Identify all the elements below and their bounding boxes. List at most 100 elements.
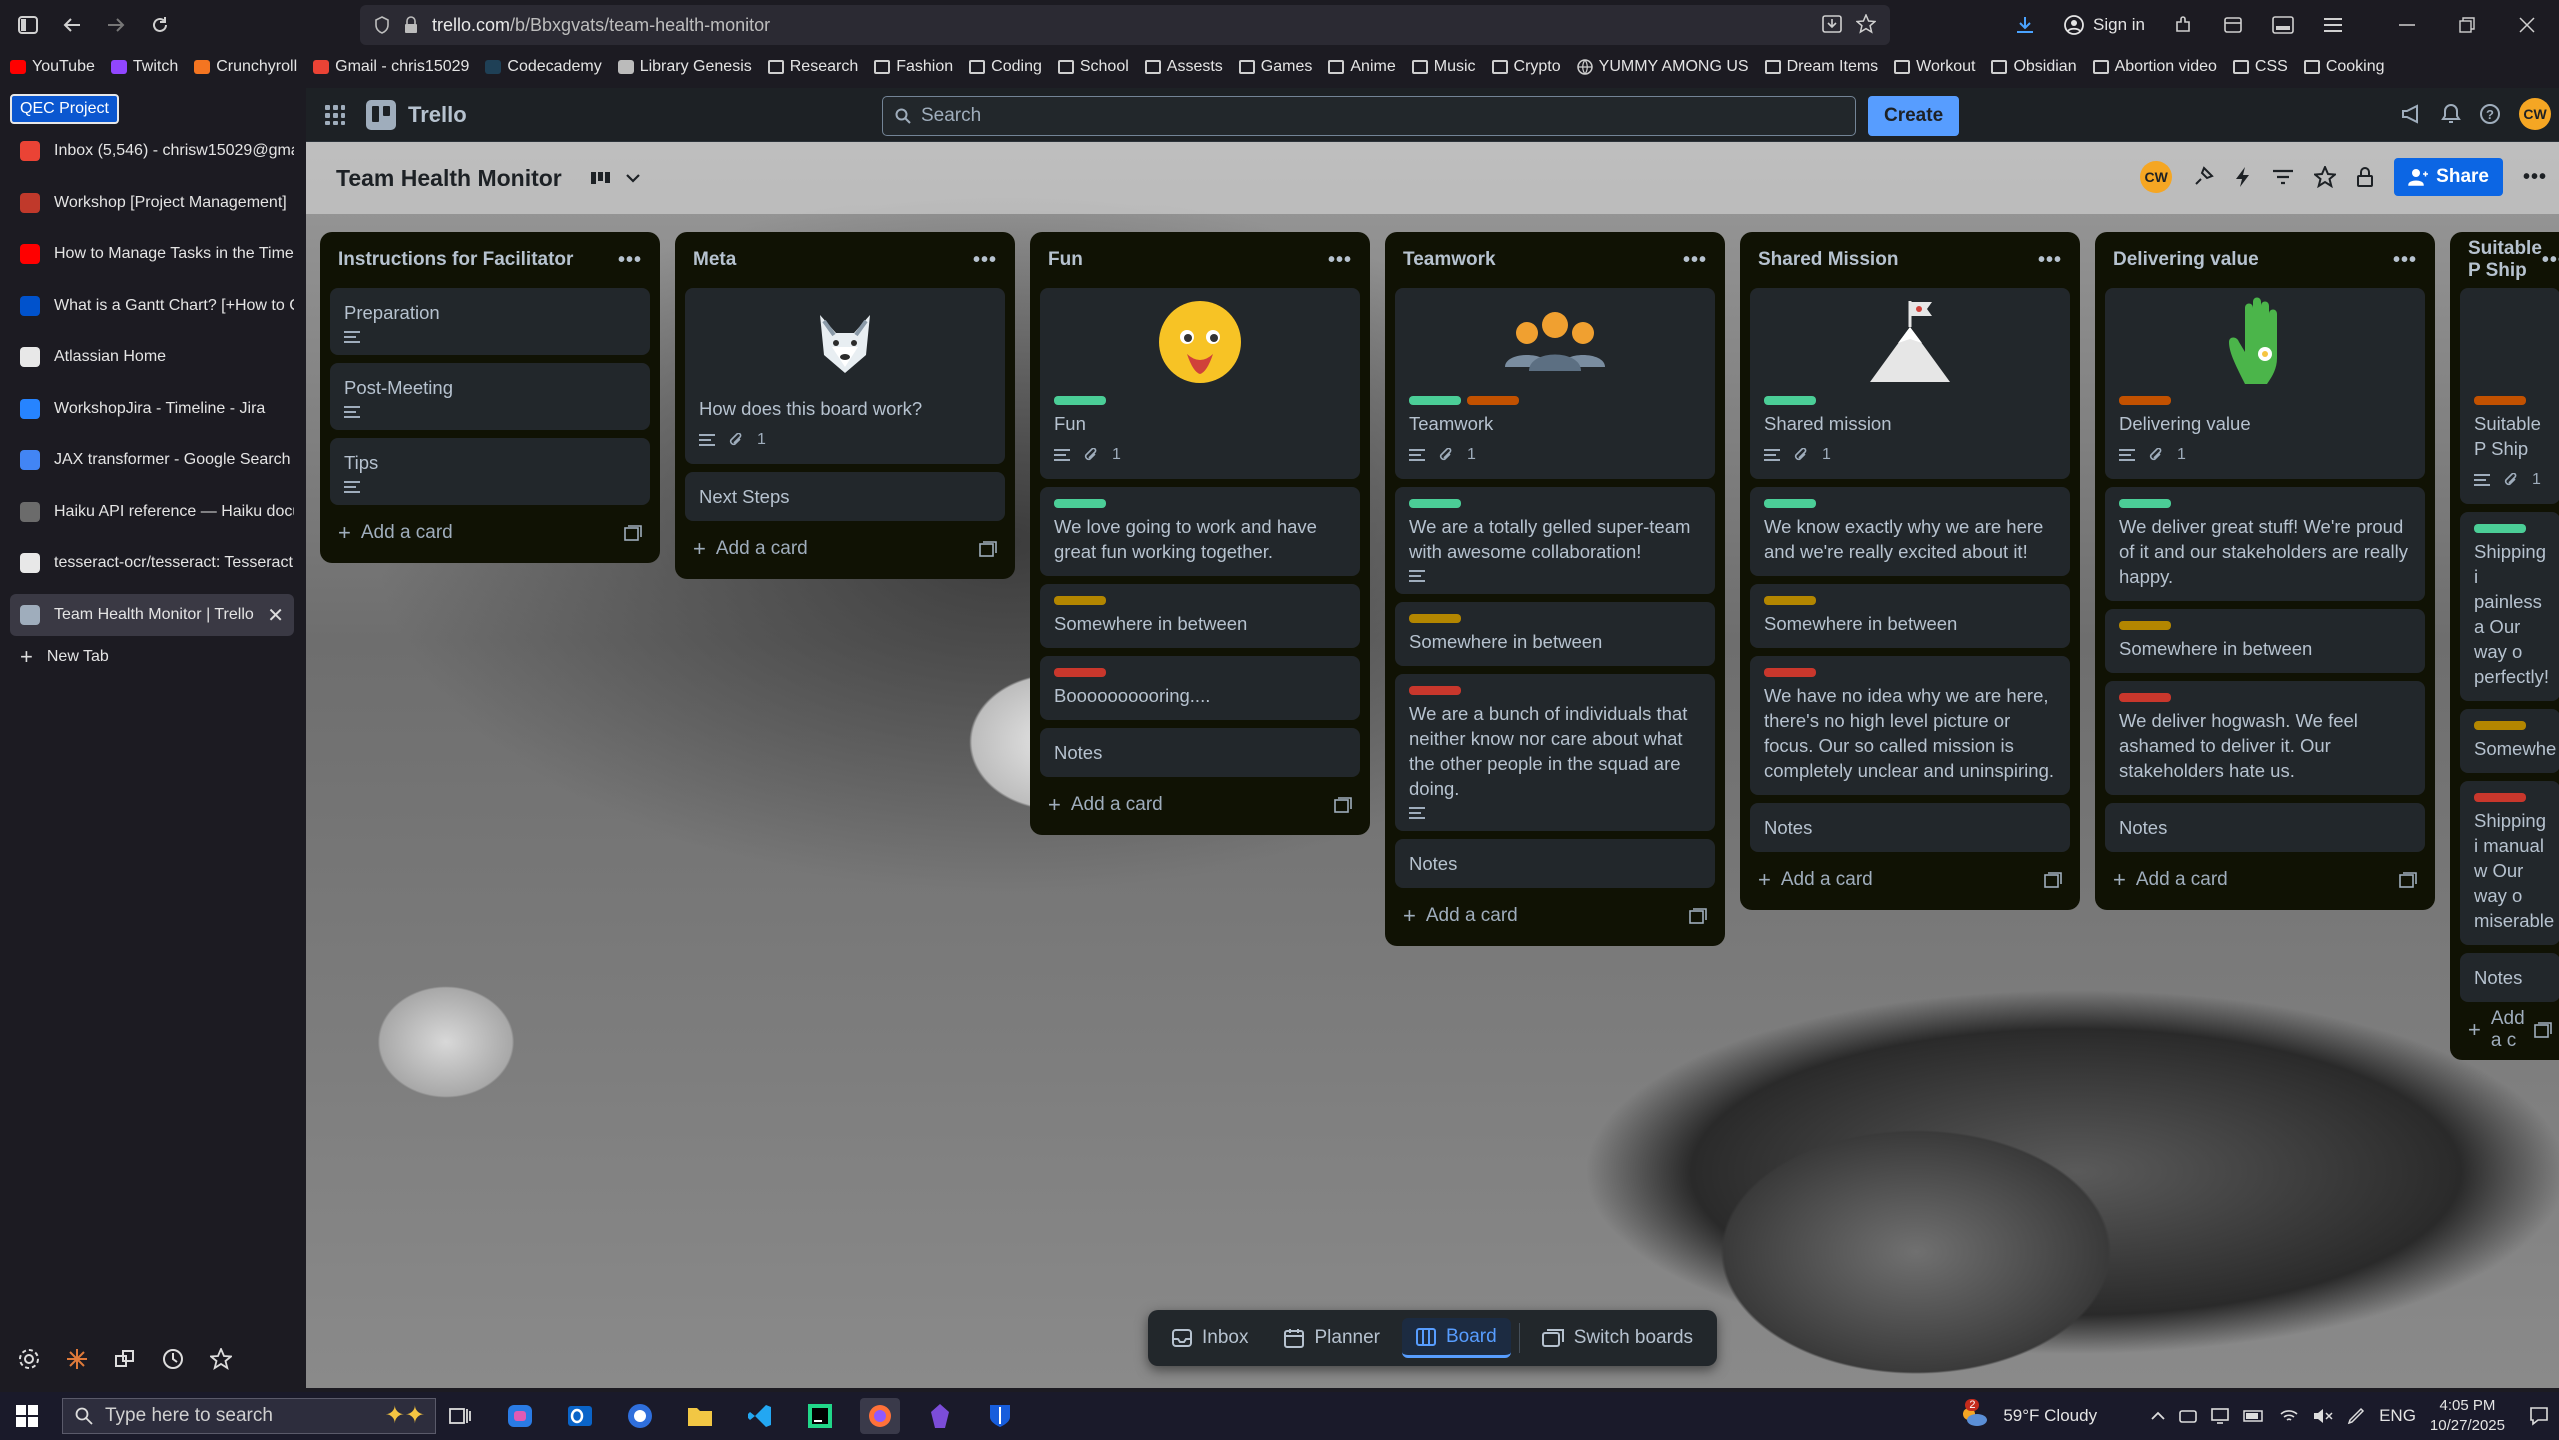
card-label[interactable] (1764, 499, 1816, 508)
reader-view-icon[interactable] (1822, 15, 1842, 33)
ai-chatbot-icon[interactable] (66, 1348, 88, 1370)
browser-tab[interactable]: Inbox (5,546) - chrisw15029@gmail (10, 130, 294, 172)
bookmark-item[interactable]: Cooking (2303, 58, 2385, 76)
notifications-icon[interactable] (2529, 1406, 2549, 1426)
board-menu-icon[interactable]: ••• (2523, 166, 2547, 189)
bookmark-item[interactable]: Obsidian (1991, 58, 2077, 76)
firefox-icon[interactable] (860, 1398, 900, 1434)
add-card-button[interactable]: + Add a card (1040, 785, 1360, 825)
bookmark-item[interactable]: YouTube (10, 58, 95, 76)
back-icon[interactable] (50, 3, 94, 47)
trello-logo[interactable]: Trello (366, 99, 467, 130)
list-title[interactable]: Teamwork (1403, 249, 1496, 271)
add-card-button[interactable]: + Add a card (1750, 860, 2070, 900)
card[interactable]: Tips (330, 438, 650, 505)
list-title[interactable]: Shared Mission (1758, 249, 1898, 271)
search-input[interactable]: Search (882, 96, 1856, 136)
volume-muted-icon[interactable] (2313, 1408, 2333, 1424)
sign-in-button[interactable]: Sign in (2053, 14, 2155, 36)
bitwarden-icon[interactable] (980, 1398, 1020, 1434)
board-tab[interactable]: Board (1401, 1318, 1511, 1358)
card-label[interactable] (1467, 396, 1519, 405)
share-button[interactable]: Share (2394, 158, 2503, 196)
chat-app-icon[interactable] (620, 1398, 660, 1434)
add-card-button[interactable]: + Add a c (2460, 1008, 2559, 1051)
browser-tab[interactable]: How to Manage Tasks in the Timeli (10, 233, 294, 275)
browser-tab[interactable]: Workshop [Project Management] (10, 182, 294, 224)
bookmark-item[interactable]: Assests (1144, 58, 1223, 76)
card[interactable]: We know exactly why we are here and we'r… (1750, 487, 2070, 576)
taskbar-search-input[interactable]: Type here to search ✦✦ (62, 1398, 436, 1434)
switch-boards-button[interactable]: Switch boards (1528, 1318, 1707, 1358)
copilot-app-icon[interactable] (500, 1398, 540, 1434)
downloads-icon[interactable] (2003, 3, 2047, 47)
bookmarks-icon[interactable] (210, 1348, 232, 1370)
card[interactable]: Notes (2460, 953, 2559, 1002)
card[interactable]: Somewhere in between (1750, 584, 2070, 648)
inbox-tab[interactable]: Inbox (1158, 1318, 1262, 1358)
list-title[interactable]: Delivering value (2113, 249, 2259, 271)
list-menu-icon[interactable]: ••• (2542, 249, 2559, 272)
card-label[interactable] (1054, 596, 1106, 605)
card-template-icon[interactable] (979, 541, 997, 557)
bookmark-item[interactable]: Dream Items (1764, 58, 1878, 76)
card[interactable]: Suitable P Ship 1 (2460, 288, 2559, 504)
card[interactable]: We are a totally gelled super-team with … (1395, 487, 1715, 594)
browser-tab[interactable]: Team Health Monitor | Trello ✕ (10, 593, 294, 636)
outlook-app-icon[interactable] (560, 1398, 600, 1434)
close-window-icon[interactable] (2505, 3, 2549, 47)
bookmark-item[interactable]: Workout (1894, 58, 1975, 76)
history-icon[interactable] (162, 1348, 184, 1370)
card[interactable]: Shipping i painless a Our way o perfectl… (2460, 512, 2559, 701)
card[interactable]: How does this board work? 1 (685, 288, 1005, 464)
windows-start-icon[interactable] (16, 1405, 38, 1427)
card-label[interactable] (1054, 668, 1106, 677)
planner-tab[interactable]: Planner (1270, 1318, 1394, 1358)
minimize-icon[interactable] (2385, 3, 2429, 47)
card-label[interactable] (2119, 499, 2171, 508)
card-label[interactable] (1409, 499, 1461, 508)
card[interactable]: We have no idea why we are here, there's… (1750, 656, 2070, 795)
card[interactable]: Teamwork 1 (1395, 288, 1715, 479)
board-title[interactable]: Team Health Monitor (336, 165, 562, 192)
board-view-icon[interactable] (590, 171, 612, 185)
tab-group-label[interactable]: QEC Project (10, 94, 119, 124)
notifications-bell-icon[interactable] (2441, 103, 2461, 125)
card[interactable]: We deliver hogwash. We feel ashamed to d… (2105, 681, 2425, 795)
list-title[interactable]: Fun (1048, 249, 1083, 271)
card[interactable]: Notes (1395, 839, 1715, 888)
browser-tab[interactable]: Atlassian Home (10, 336, 294, 378)
add-card-button[interactable]: + Add a card (685, 529, 1005, 569)
list-header[interactable]: Shared Mission ••• (1750, 240, 2070, 280)
card-label[interactable] (1054, 499, 1106, 508)
close-tab-icon[interactable]: ✕ (267, 603, 284, 628)
reader-icon[interactable] (2261, 3, 2305, 47)
card[interactable]: Somewhere in between (2105, 609, 2425, 673)
list-header[interactable]: Teamwork ••• (1395, 240, 1715, 280)
card-template-icon[interactable] (624, 525, 642, 541)
add-card-button[interactable]: + Add a card (1395, 896, 1715, 936)
obsidian-icon[interactable] (920, 1398, 960, 1434)
card-template-icon[interactable] (2044, 872, 2062, 888)
card-template-icon[interactable] (2399, 872, 2417, 888)
help-icon[interactable]: ? (2479, 103, 2501, 125)
card-label[interactable] (2474, 524, 2526, 533)
card[interactable]: Somewhere in between (1040, 584, 1360, 648)
camera-tray-icon[interactable] (2179, 1408, 2197, 1424)
chevron-up-icon[interactable] (2151, 1411, 2165, 1421)
card[interactable]: Preparation (330, 288, 650, 355)
megaphone-icon[interactable] (2401, 104, 2423, 124)
restore-icon[interactable] (2445, 3, 2489, 47)
list-menu-icon[interactable]: ••• (2393, 249, 2417, 272)
star-board-icon[interactable] (2314, 166, 2337, 188)
bookmark-item[interactable]: Gmail - chris15029 (313, 58, 469, 76)
card-template-icon[interactable] (1689, 908, 1707, 924)
forward-icon[interactable] (94, 3, 138, 47)
card[interactable]: We love going to work and have great fun… (1040, 487, 1360, 576)
list-header[interactable]: Meta ••• (685, 240, 1005, 280)
card-label[interactable] (1409, 614, 1461, 623)
card-label[interactable] (1409, 396, 1461, 405)
card[interactable]: Somewhere in between (1395, 602, 1715, 666)
bookmark-item[interactable]: Crypto (1491, 58, 1561, 76)
bookmark-item[interactable]: Library Genesis (617, 58, 752, 76)
